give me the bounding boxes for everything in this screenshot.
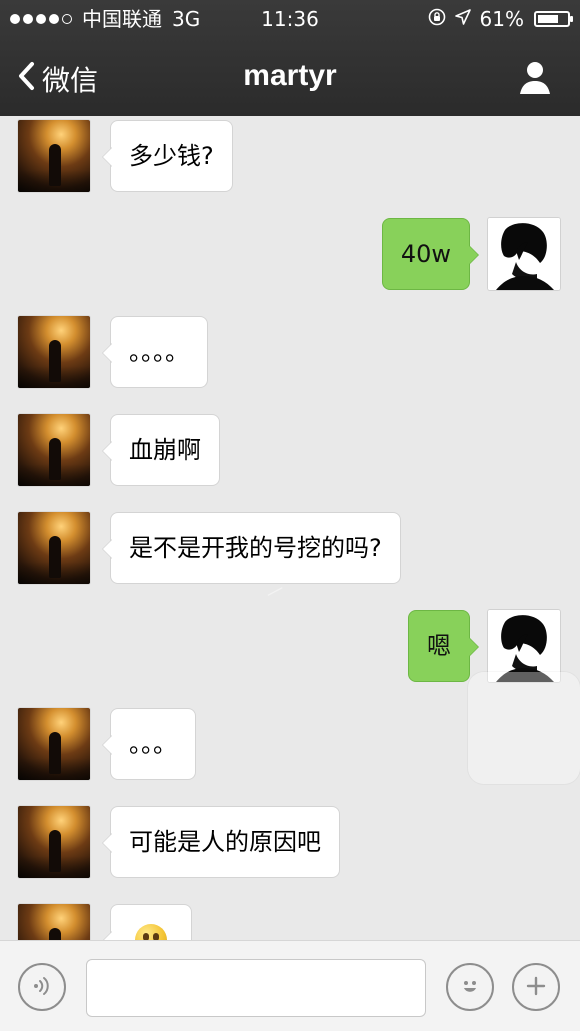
chat-title: martyr — [243, 59, 337, 92]
received-message-bubble[interactable]: 血崩啊 — [102, 414, 220, 486]
contact-avatar[interactable] — [18, 708, 90, 780]
received-message-bubble[interactable]: 。。。 — [102, 708, 196, 780]
my-avatar[interactable] — [488, 218, 560, 290]
my-avatar-illustration — [488, 218, 560, 290]
person-icon — [516, 62, 554, 100]
emoji-icon — [135, 924, 167, 940]
contact-info-button[interactable] — [516, 58, 554, 96]
input-bar — [0, 940, 580, 1031]
assistive-touch-button[interactable] — [468, 672, 580, 784]
app-header: 中国联通 3G 11:36 61% 微信 martyr — [0, 0, 580, 116]
lock-icon — [428, 7, 446, 31]
voice-input-button[interactable] — [18, 963, 66, 1011]
received-message-bubble[interactable]: 是不是开我的号挖的吗? — [102, 512, 401, 584]
contact-avatar[interactable] — [18, 120, 90, 192]
nav-bar: 微信 martyr — [0, 40, 580, 116]
received-emoji-bubble[interactable] — [102, 904, 192, 940]
emoji-button[interactable] — [446, 963, 494, 1011]
status-right: 61% — [428, 7, 573, 31]
received-message-bubble[interactable]: 。。。。 — [102, 316, 208, 388]
received-message-bubble[interactable]: 多少钱? — [102, 120, 233, 192]
smile-icon — [457, 973, 483, 1002]
contact-avatar[interactable] — [18, 806, 90, 878]
contact-avatar[interactable] — [18, 512, 90, 584]
contact-avatar[interactable] — [18, 316, 90, 388]
battery-fill — [538, 15, 558, 23]
message-input[interactable] — [86, 959, 426, 1017]
battery-icon — [534, 11, 573, 27]
sent-message-bubble[interactable]: 嗯 — [408, 610, 479, 682]
received-message-bubble[interactable]: 可能是人的原因吧 — [102, 806, 340, 878]
chat-area[interactable]: — 多少钱? 40w 。。。。 血崩啊 是不是开我的号挖的吗? 嗯 。。。 可能… — [0, 116, 580, 940]
sent-message-bubble[interactable]: 40w — [381, 218, 480, 290]
contact-avatar[interactable] — [18, 414, 90, 486]
location-arrow-icon — [454, 7, 472, 31]
voice-icon — [30, 974, 54, 1001]
status-bar: 中国联通 3G 11:36 61% — [0, 0, 580, 40]
battery-percent: 61% — [479, 7, 524, 31]
contact-avatar[interactable] — [18, 904, 90, 940]
more-options-button[interactable] — [512, 963, 560, 1011]
plus-icon — [524, 974, 548, 1001]
